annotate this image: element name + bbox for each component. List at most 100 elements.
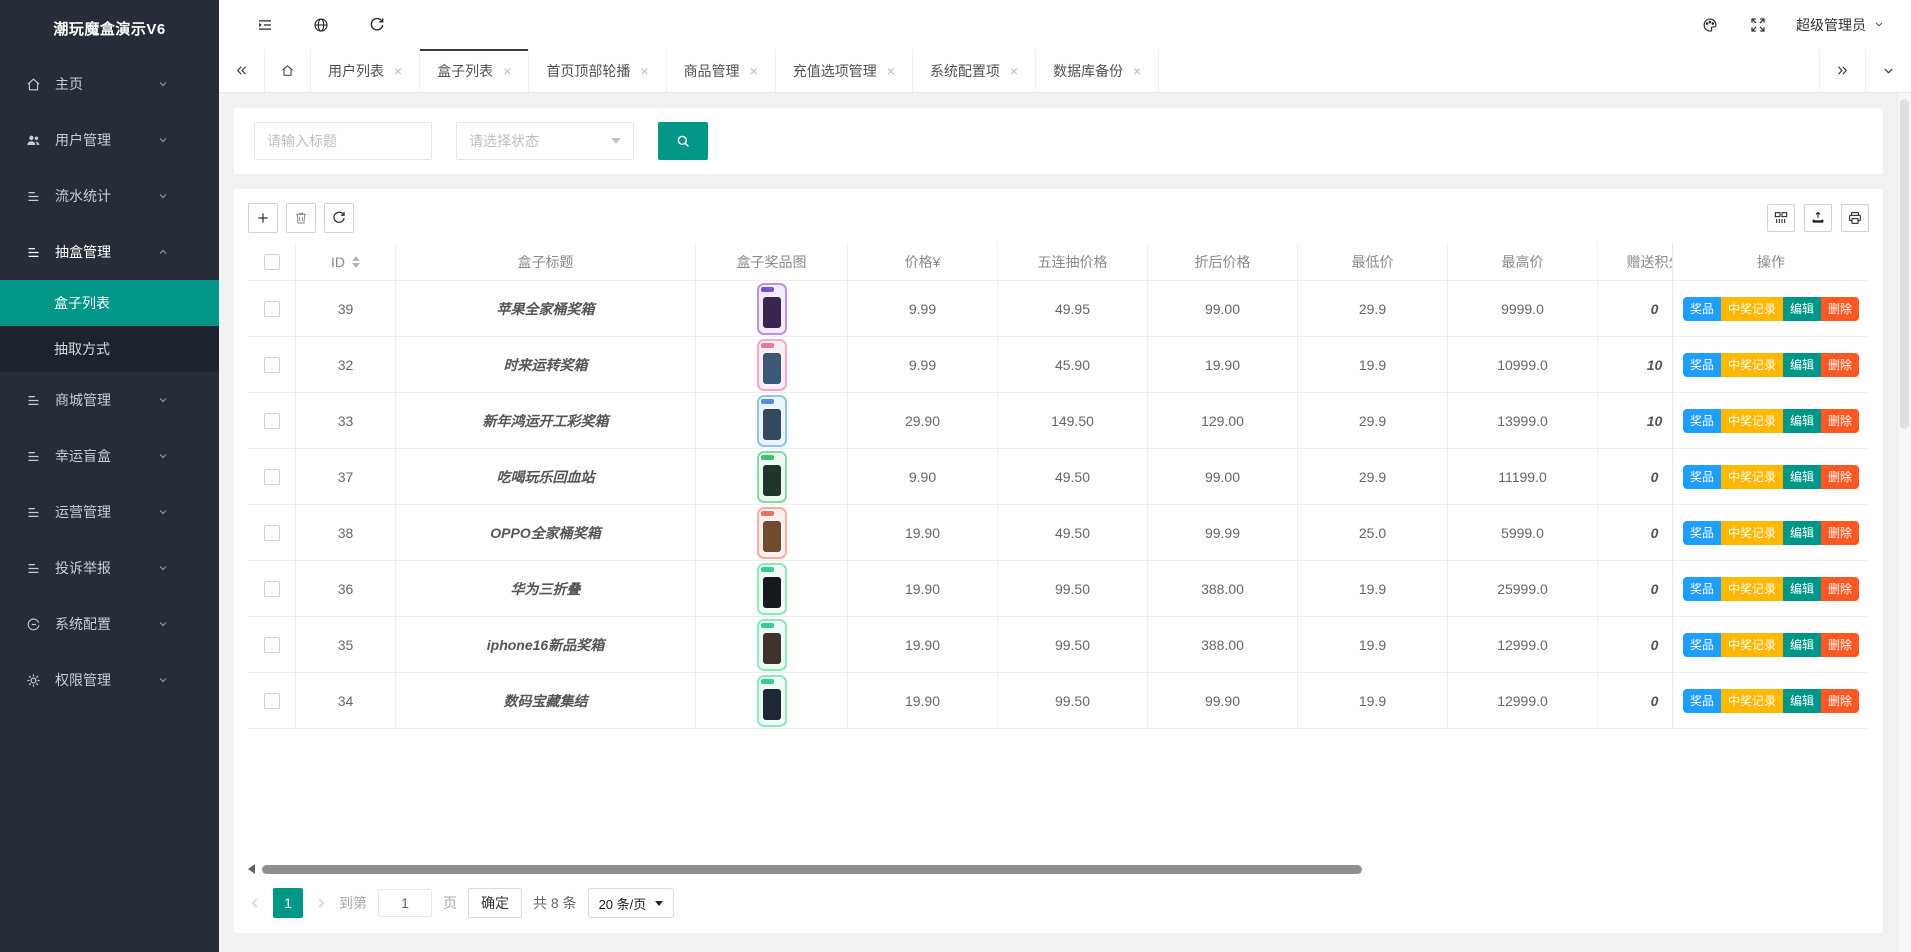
row-checkbox[interactable]	[264, 413, 280, 429]
confirm-page-button[interactable]: 确定	[468, 888, 522, 918]
row-checkbox[interactable]	[264, 637, 280, 653]
tabs-menu-icon[interactable]	[1865, 49, 1911, 92]
row-checkbox[interactable]	[264, 581, 280, 597]
delete-button[interactable]: 删除	[1821, 633, 1859, 657]
close-icon[interactable]: ×	[394, 64, 402, 78]
win-record-button[interactable]: 中奖记录	[1721, 521, 1783, 545]
row-checkbox[interactable]	[264, 357, 280, 373]
delete-button[interactable]: 删除	[1821, 521, 1859, 545]
edit-button[interactable]: 编辑	[1783, 633, 1821, 657]
table-row: 35iphone16新品奖箱19.9099.50388.0019.912999.…	[248, 617, 1672, 673]
title-search-input[interactable]	[254, 122, 432, 160]
select-all-checkbox[interactable]	[264, 254, 280, 270]
delete-button[interactable]: 删除	[1821, 409, 1859, 433]
edit-button[interactable]: 编辑	[1783, 353, 1821, 377]
edit-button[interactable]: 编辑	[1783, 577, 1821, 601]
scroll-left-arrow-icon[interactable]	[248, 864, 255, 874]
sidebar-item-flow-stats[interactable]: 流水统计	[0, 168, 219, 224]
prize-button[interactable]: 奖品	[1683, 297, 1721, 321]
close-icon[interactable]: ×	[1010, 64, 1018, 78]
horizontal-scrollbar-thumb[interactable]	[262, 865, 1362, 874]
prize-button[interactable]: 奖品	[1683, 353, 1721, 377]
sidebar-subitem-box-list[interactable]: 盒子列表	[0, 280, 219, 326]
next-page-button[interactable]	[314, 896, 328, 910]
prize-button[interactable]: 奖品	[1683, 633, 1721, 657]
prize-button[interactable]: 奖品	[1683, 689, 1721, 713]
vertical-scrollbar[interactable]	[1897, 93, 1911, 952]
tab-box-list[interactable]: 盒子列表×	[420, 49, 529, 92]
add-button[interactable]	[248, 203, 278, 233]
row-checkbox[interactable]	[264, 693, 280, 709]
win-record-button[interactable]: 中奖记录	[1721, 465, 1783, 489]
tab-home-carousel[interactable]: 首页顶部轮播×	[529, 49, 666, 92]
edit-button[interactable]: 编辑	[1783, 409, 1821, 433]
tab-sys-config-items[interactable]: 系统配置项×	[913, 49, 1036, 92]
delete-button[interactable]: 删除	[1821, 577, 1859, 601]
close-icon[interactable]: ×	[503, 64, 511, 78]
win-record-button[interactable]: 中奖记录	[1721, 689, 1783, 713]
row-checkbox[interactable]	[264, 469, 280, 485]
sidebar-subitem-draw-method[interactable]: 抽取方式	[0, 326, 219, 372]
close-icon[interactable]: ×	[750, 64, 758, 78]
tab-recharge-options[interactable]: 充值选项管理×	[776, 49, 913, 92]
close-icon[interactable]: ×	[887, 64, 895, 78]
win-record-button[interactable]: 中奖记录	[1721, 353, 1783, 377]
tab-user-list[interactable]: 用户列表×	[311, 49, 420, 92]
horizontal-scrollbar[interactable]	[248, 864, 1869, 874]
sidebar-item-user-mgmt[interactable]: 用户管理	[0, 112, 219, 168]
sidebar-item-lucky-box[interactable]: 幸运盲盒	[0, 428, 219, 484]
sort-icon[interactable]	[352, 256, 360, 268]
toggle-columns-button[interactable]	[1767, 204, 1795, 232]
sidebar-item-mall-mgmt[interactable]: 商城管理	[0, 372, 219, 428]
sidebar-item-sys-config[interactable]: 系统配置	[0, 596, 219, 652]
theme-palette-icon[interactable]	[1686, 0, 1734, 49]
user-menu[interactable]: 超级管理员	[1796, 15, 1885, 35]
win-record-button[interactable]: 中奖记录	[1721, 297, 1783, 321]
fullscreen-icon[interactable]	[1734, 0, 1782, 49]
edit-button[interactable]: 编辑	[1783, 689, 1821, 713]
tab-goods-mgmt[interactable]: 商品管理×	[667, 49, 776, 92]
tab-db-backup[interactable]: 数据库备份×	[1036, 49, 1159, 92]
page-number-button[interactable]: 1	[273, 888, 303, 918]
delete-selected-button[interactable]	[286, 203, 316, 233]
prize-button[interactable]: 奖品	[1683, 409, 1721, 433]
sidebar-collapse-icon[interactable]	[237, 0, 293, 49]
win-record-button[interactable]: 中奖记录	[1721, 409, 1783, 433]
win-record-button[interactable]: 中奖记录	[1721, 633, 1783, 657]
prize-button[interactable]: 奖品	[1683, 521, 1721, 545]
page-size-select[interactable]: 20 条/页	[588, 888, 675, 918]
tab-home-icon[interactable]	[265, 49, 311, 92]
close-icon[interactable]: ×	[640, 64, 648, 78]
sidebar-item-ops-mgmt[interactable]: 运营管理	[0, 484, 219, 540]
prize-button[interactable]: 奖品	[1683, 465, 1721, 489]
tabs-scroll-right-icon[interactable]	[1819, 49, 1865, 92]
sidebar-item-complaints[interactable]: 投诉举报	[0, 540, 219, 596]
prev-page-button[interactable]	[248, 896, 262, 910]
search-button[interactable]	[658, 122, 708, 160]
refresh-table-button[interactable]	[324, 203, 354, 233]
tabs-scroll-left-icon[interactable]	[219, 49, 265, 92]
delete-button[interactable]: 删除	[1821, 689, 1859, 713]
export-button[interactable]	[1804, 204, 1832, 232]
delete-button[interactable]: 删除	[1821, 353, 1859, 377]
edit-button[interactable]: 编辑	[1783, 465, 1821, 489]
sidebar-item-home[interactable]: 主页	[0, 56, 219, 112]
refresh-icon[interactable]	[349, 0, 405, 49]
win-record-button[interactable]: 中奖记录	[1721, 577, 1783, 601]
row-checkbox[interactable]	[264, 525, 280, 541]
vertical-scrollbar-thumb[interactable]	[1900, 99, 1909, 429]
delete-button[interactable]: 删除	[1821, 297, 1859, 321]
globe-icon[interactable]	[293, 0, 349, 49]
goto-page-input[interactable]	[378, 889, 432, 917]
row-checkbox[interactable]	[264, 301, 280, 317]
sidebar-item-perm-mgmt[interactable]: 权限管理	[0, 652, 219, 708]
status-select[interactable]: 请选择状态	[456, 122, 634, 160]
print-button[interactable]	[1841, 204, 1869, 232]
edit-button[interactable]: 编辑	[1783, 521, 1821, 545]
sidebar-item-box-mgmt[interactable]: 抽盒管理	[0, 224, 219, 280]
prize-button[interactable]: 奖品	[1683, 577, 1721, 601]
edit-button[interactable]: 编辑	[1783, 297, 1821, 321]
close-icon[interactable]: ×	[1133, 64, 1141, 78]
delete-button[interactable]: 删除	[1821, 465, 1859, 489]
cell-min: 19.9	[1298, 673, 1448, 728]
